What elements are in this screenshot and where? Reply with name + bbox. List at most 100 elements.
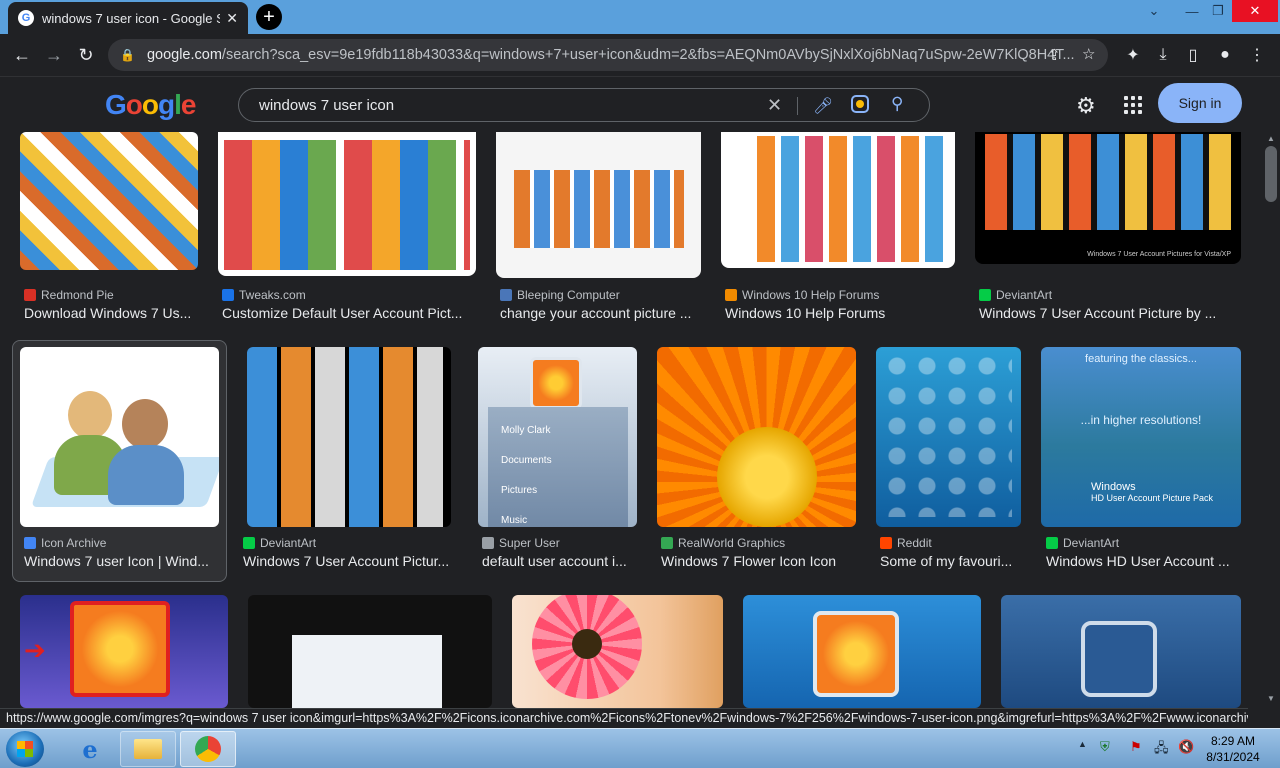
minimize-button[interactable]: —	[1180, 0, 1204, 22]
search-divider	[797, 97, 798, 115]
security-shield-icon[interactable]: ⛨	[1100, 739, 1110, 755]
site-favicon-icon	[1046, 537, 1058, 549]
action-center-flag-icon[interactable]: ⚑	[1130, 739, 1142, 755]
site-favicon-icon	[661, 537, 673, 549]
search-input[interactable]: windows 7 user icon	[259, 97, 394, 114]
scroll-down-arrow-icon[interactable]: ▼	[1267, 694, 1275, 703]
result-thumbnail[interactable]: ➔	[20, 595, 228, 708]
site-favicon-icon	[725, 289, 737, 301]
start-button[interactable]	[6, 731, 44, 767]
thumb-caption: Windows 7 User Account Pictures for Vist…	[1087, 251, 1231, 258]
result-caption[interactable]: Windows 7 User Account Pictur...	[243, 553, 457, 569]
result-source: Bleeping Computer	[500, 288, 620, 302]
bookmark-star-icon[interactable]: ☆	[1082, 45, 1095, 63]
result-caption[interactable]: Windows 7 user Icon | Wind...	[24, 553, 214, 569]
show-hidden-icons-icon[interactable]: ▲	[1078, 739, 1087, 749]
chrome-taskbar-icon[interactable]	[180, 731, 236, 767]
result-source: Reddit	[880, 536, 932, 550]
menu-kebab-icon[interactable]: ⋮	[1244, 34, 1270, 76]
result-thumbnail[interactable]	[1001, 595, 1241, 708]
google-header: Google windows 7 user icon ✕ 🎤︎ ⚲ ⚙ Sign…	[0, 76, 1280, 132]
result-source: Icon Archive	[24, 536, 106, 550]
google-doodle-logo[interactable]: Google	[105, 89, 196, 121]
result-thumbnail[interactable]	[743, 595, 981, 708]
new-tab-button[interactable]: +	[256, 4, 282, 30]
internet-explorer-icon[interactable]: e	[62, 731, 118, 767]
tab-search-chevron-icon[interactable]: ⌄	[1140, 0, 1168, 22]
lock-icon: 🔒	[120, 48, 135, 62]
result-thumbnail[interactable]: featuring the classics... ...in higher r…	[1041, 347, 1241, 527]
thumb-menu-item: Documents	[501, 455, 552, 466]
thumb-caption: HD User Account Picture Pack	[1091, 493, 1214, 503]
google-apps-icon[interactable]	[1124, 96, 1142, 114]
result-source: DeviantArt	[979, 288, 1052, 302]
result-caption[interactable]: Customize Default User Account Pict...	[222, 305, 476, 321]
microphone-icon[interactable]: 🎤︎	[813, 96, 833, 116]
browser-tab[interactable]: G windows 7 user icon - Google Se ✕	[8, 2, 248, 34]
result-caption[interactable]: Windows 7 Flower Icon Icon	[661, 553, 856, 569]
address-bar[interactable]: 🔒 google.com /search?sca_esv=9e19fdb118b…	[108, 39, 1108, 71]
windows-taskbar: e ▲ ⛨ ⚑ 🖧 🔇 8:29 AM 8/31/2024	[0, 728, 1280, 768]
result-thumbnail[interactable]	[657, 347, 856, 527]
search-icon[interactable]: ⚲	[891, 94, 903, 114]
google-favicon-icon: G	[18, 10, 34, 26]
search-box[interactable]: windows 7 user icon ✕ 🎤︎ ⚲	[238, 88, 930, 122]
result-caption[interactable]: Windows 10 Help Forums	[725, 305, 955, 321]
back-arrow-icon[interactable]: ←	[6, 39, 38, 71]
result-thumbnail[interactable]	[248, 595, 492, 708]
sign-in-button[interactable]: Sign in	[1158, 83, 1242, 123]
close-window-button[interactable]: ✕	[1232, 0, 1278, 22]
result-thumbnail[interactable]: Windows 7 User Account Pictures for Vist…	[975, 132, 1241, 264]
settings-gear-icon[interactable]: ⚙	[1076, 93, 1096, 119]
result-source: Tweaks.com	[222, 288, 306, 302]
result-caption[interactable]: Download Windows 7 Us...	[24, 305, 200, 321]
result-caption[interactable]: Windows 7 User Account Picture by ...	[979, 305, 1241, 321]
volume-muted-icon[interactable]: 🔇	[1178, 739, 1194, 755]
result-thumbnail[interactable]	[218, 132, 476, 276]
result-caption[interactable]: Windows HD User Account ...	[1046, 553, 1241, 569]
share-icon[interactable]: ⇪	[1048, 46, 1061, 64]
reload-icon[interactable]: ↻	[70, 39, 102, 71]
result-caption[interactable]: default user account i...	[482, 553, 637, 569]
forward-arrow-icon[interactable]: →	[38, 39, 70, 71]
network-icon[interactable]: 🖧	[1154, 739, 1169, 761]
extensions-icon[interactable]: ✦	[1120, 34, 1146, 76]
result-caption[interactable]: Some of my favouri...	[880, 553, 1021, 569]
scrollbar-thumb[interactable]	[1265, 146, 1277, 202]
result-thumbnail[interactable]	[496, 132, 701, 278]
site-favicon-icon	[500, 289, 512, 301]
thumb-menu-item: Pictures	[501, 485, 538, 496]
image-results-grid: Windows 7 User Account Pictures for Vist…	[0, 132, 1262, 708]
browser-titlebar: G windows 7 user icon - Google Se ✕ + ⌄ …	[0, 0, 1280, 34]
url-path: /search?sca_esv=9e19fdb118b43033&q=windo…	[221, 47, 1075, 63]
page-scrollbar[interactable]: ▲ ▼	[1262, 132, 1280, 708]
result-thumbnail[interactable]	[512, 595, 723, 708]
system-clock[interactable]: 8:29 AM 8/31/2024	[1194, 733, 1272, 765]
result-thumbnail[interactable]	[247, 347, 451, 527]
browser-toolbar: ← → ↻ 🔒 google.com /search?sca_esv=9e19f…	[0, 34, 1280, 76]
scroll-up-arrow-icon[interactable]: ▲	[1267, 134, 1275, 143]
side-panel-icon[interactable]: ▯	[1180, 34, 1206, 76]
profile-icon[interactable]: ●	[1212, 34, 1238, 76]
thumb-menu-item: Music	[501, 515, 528, 526]
clock-date: 8/31/2024	[1206, 750, 1260, 764]
restore-button[interactable]: ❐	[1206, 0, 1230, 22]
result-source: RealWorld Graphics	[661, 536, 785, 550]
result-thumbnail[interactable]	[876, 347, 1021, 527]
google-lens-icon[interactable]	[851, 95, 869, 113]
file-explorer-icon[interactable]	[120, 731, 176, 767]
result-thumbnail[interactable]	[20, 347, 219, 527]
result-caption[interactable]: change your account picture ...	[500, 305, 700, 321]
url-domain: google.com	[146, 47, 222, 63]
tab-title: windows 7 user icon - Google Se	[42, 10, 221, 26]
link-status-bar: https://www.google.com/imgres?q=windows …	[0, 708, 1248, 728]
site-favicon-icon	[482, 537, 494, 549]
result-thumbnail[interactable]: Molly Clark Documents Pictures Music	[478, 347, 637, 527]
result-source: DeviantArt	[1046, 536, 1119, 550]
result-thumbnail[interactable]	[20, 132, 198, 270]
clear-search-icon[interactable]: ✕	[767, 95, 782, 116]
result-thumbnail[interactable]	[721, 132, 955, 268]
tab-close-icon[interactable]: ✕	[226, 10, 238, 27]
download-icon[interactable]: ⤓	[1150, 34, 1176, 76]
thumb-caption: Windows	[1091, 481, 1136, 493]
